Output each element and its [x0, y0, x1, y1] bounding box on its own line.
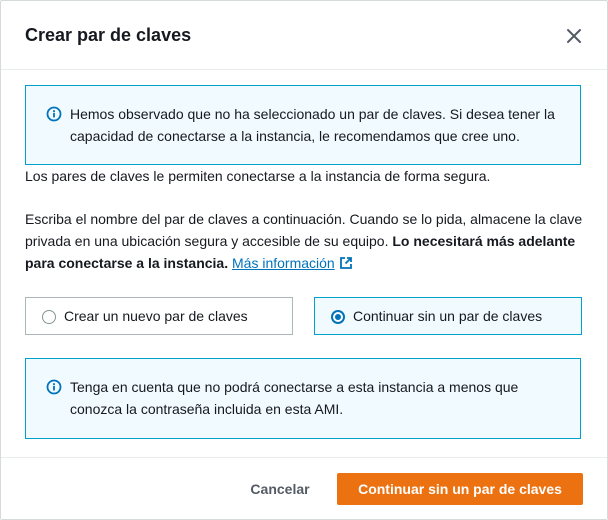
continue-without-key-pair-button[interactable]: Continuar sin un par de claves	[337, 473, 583, 505]
more-info-link-label[interactable]: Más información	[232, 255, 335, 271]
option-label: Continuar sin un par de claves	[353, 308, 543, 324]
option-label: Crear un nuevo par de claves	[64, 308, 248, 324]
key-pair-instructions: Escriba el nombre del par de claves a co…	[25, 208, 585, 274]
close-icon	[567, 29, 581, 43]
dialog-footer: Cancelar Continuar sin un par de claves	[1, 457, 607, 519]
info-icon	[46, 106, 62, 122]
external-link-icon	[339, 257, 352, 269]
create-key-pair-dialog: Crear par de claves Hemos observado que …	[0, 0, 608, 520]
dialog-header: Crear par de claves	[1, 1, 607, 70]
dialog-title: Crear par de claves	[25, 25, 192, 45]
alert-text: Tenga en cuenta que no podrá conectarse …	[70, 379, 519, 417]
info-alert-password: Tenga en cuenta que no podrá conectarse …	[25, 358, 581, 439]
info-alert-no-key-pair: Hemos observado que no ha seleccionado u…	[25, 85, 581, 165]
radio-button-checked[interactable]	[331, 310, 345, 324]
radio-button-unchecked[interactable]	[42, 310, 56, 324]
key-pair-description: Los pares de claves le permiten conectar…	[25, 168, 491, 184]
cancel-button[interactable]: Cancelar	[237, 473, 323, 505]
option-continue-without-key-pair[interactable]: Continuar sin un par de claves	[314, 297, 582, 335]
option-create-new-key-pair[interactable]: Crear un nuevo par de claves	[25, 297, 293, 335]
info-icon	[46, 379, 62, 395]
alert-text: Hemos observado que no ha seleccionado u…	[70, 106, 555, 144]
close-button[interactable]	[563, 25, 585, 47]
more-info-link[interactable]: Más información	[232, 255, 335, 271]
